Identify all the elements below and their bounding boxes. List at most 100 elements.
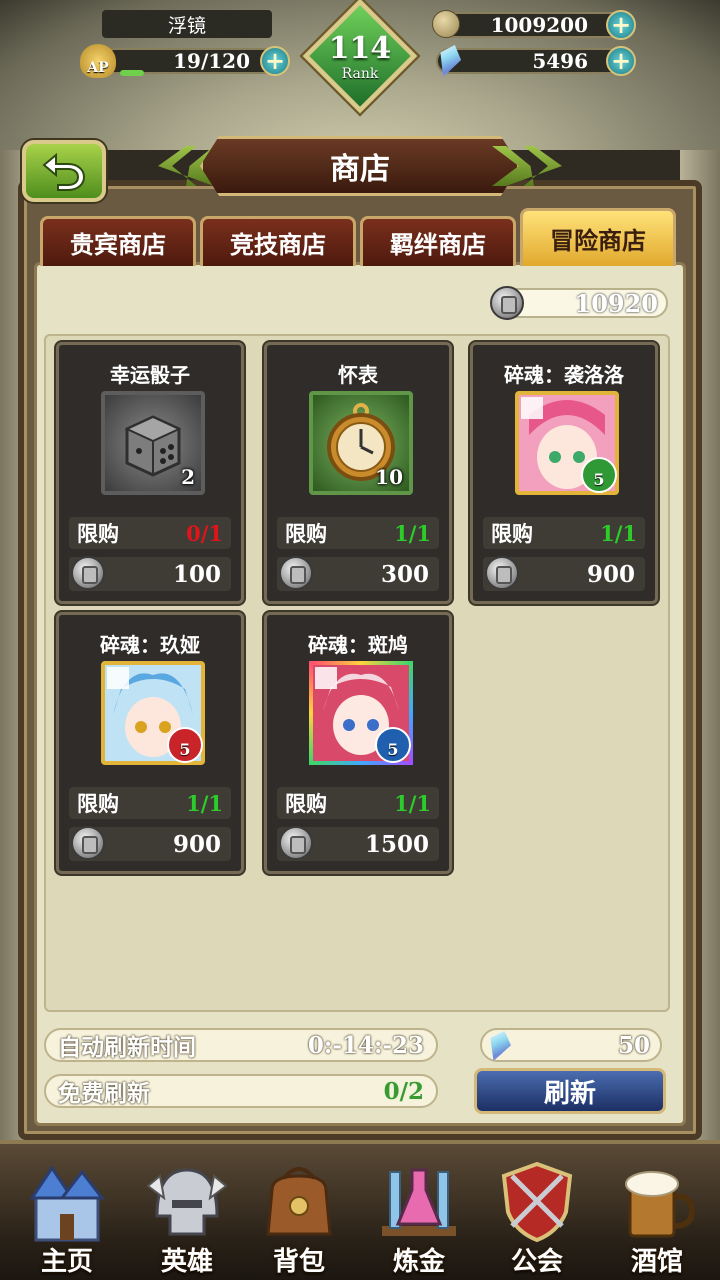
helmet-icon [146, 1168, 228, 1236]
item-name: 碎魂：袭洛洛 [504, 363, 624, 387]
price-value: 1500 [364, 830, 429, 858]
add-ap-button[interactable]: + [260, 46, 290, 76]
nav-inventory[interactable]: 背包 [244, 1150, 354, 1280]
refresh-gem-cost: 50 [480, 1028, 662, 1062]
tab-vip-shop[interactable]: 贵宾商店 [40, 216, 196, 266]
nav-tavern[interactable]: 酒馆 [602, 1150, 712, 1280]
limit-label: 限购 [285, 791, 327, 816]
nav-guild[interactable]: 公会 [482, 1150, 592, 1280]
crystal-gem-icon [483, 1027, 515, 1065]
nav-label: 背包 [272, 1247, 325, 1277]
castle-icon [29, 1165, 106, 1242]
ap-progress-fill [120, 70, 144, 76]
silver-coin-icon [490, 286, 524, 320]
nav-label: 炼金 [392, 1247, 445, 1277]
item-name: 碎魂：斑鸠 [308, 633, 408, 657]
gem-bar: 5496 [436, 48, 626, 74]
back-arrow-icon [42, 152, 86, 191]
rank-label: Rank [341, 66, 379, 82]
item-name: 幸运骰子 [110, 363, 190, 387]
free-refresh-value: 0/2 [383, 1077, 424, 1105]
price-value: 900 [172, 830, 221, 858]
item-icon-frame: 5 [309, 661, 413, 765]
silver-coin-icon [485, 556, 519, 590]
refresh-button[interactable]: 刷新 [474, 1068, 666, 1114]
nav-label: 公会 [510, 1247, 563, 1277]
price-value: 900 [586, 560, 635, 588]
shop-item-card[interactable]: 碎魂：斑鸠 5 限购 1/1 1500 [264, 612, 452, 874]
silver-coin-icon [279, 826, 313, 860]
ap-icon: AP [80, 44, 116, 78]
item-price: 900 [69, 826, 231, 861]
purchase-limit: 限购 1/1 [277, 517, 439, 549]
item-quantity: 10 [375, 465, 403, 489]
add-gold-button[interactable]: + [606, 10, 636, 40]
flask-icon [382, 1168, 456, 1236]
back-button[interactable] [22, 140, 106, 202]
price-value: 100 [172, 560, 221, 588]
nav-label: 酒馆 [630, 1247, 683, 1277]
add-gem-button[interactable]: + [606, 46, 636, 76]
gem-cost-value: 50 [617, 1031, 650, 1059]
element-badge-icon: 5 [581, 457, 617, 493]
silver-coin-icon [279, 556, 313, 590]
item-quantity: 2 [181, 465, 195, 489]
item-name: 怀表 [338, 363, 378, 387]
limit-label: 限购 [77, 521, 119, 546]
purchase-limit: 限购 1/1 [277, 787, 439, 819]
purchase-limit: 限购 1/1 [69, 787, 231, 819]
item-price: 1500 [277, 826, 439, 861]
tab-adventure-shop[interactable]: 冒险商店 [520, 208, 676, 266]
silver-coin-icon [71, 826, 105, 860]
limit-value: 1/1 [394, 520, 431, 546]
item-icon-frame: 10 [309, 391, 413, 495]
item-icon-frame: 5 [515, 391, 619, 495]
limit-value: 1/1 [394, 790, 431, 816]
auto-refresh-timer: 自动刷新时间 0:-14:-23 [44, 1028, 438, 1062]
balance-value: 10920 [574, 288, 659, 318]
free-refresh-counter: 免费刷新 0/2 [44, 1074, 438, 1108]
item-icon-frame: 2 [101, 391, 205, 495]
gem-value: 5496 [532, 49, 588, 73]
gold-bar: 1009200 [436, 12, 626, 38]
shop-item-card[interactable]: 碎魂：袭洛洛 5 限购 1/1 900 [470, 342, 658, 604]
title-bar: 商店 [130, 136, 590, 196]
purchase-limit: 限购 0/1 [69, 517, 231, 549]
limit-value: 0/1 [186, 520, 223, 546]
rank-number: 114 [328, 31, 392, 66]
element-badge-icon: 5 [375, 727, 411, 763]
nav-alchemy[interactable]: 炼金 [364, 1150, 474, 1280]
auto-refresh-time: 0:-14:-23 [307, 1031, 424, 1059]
item-price: 100 [69, 556, 231, 591]
nav-home[interactable]: 主页 [12, 1150, 122, 1280]
shop-item-card[interactable]: 怀表 10 限购 1/1 300 [264, 342, 452, 604]
element-badge-icon: 5 [167, 727, 203, 763]
shield-icon [501, 1161, 573, 1243]
limit-label: 限购 [285, 521, 327, 546]
nav-heroes[interactable]: 英雄 [132, 1150, 242, 1280]
auto-refresh-label: 自动刷新时间 [58, 1034, 196, 1061]
beer-mug-icon [625, 1171, 696, 1238]
item-name: 碎魂：玖娅 [100, 633, 200, 657]
item-price: 900 [483, 556, 645, 591]
limit-label: 限购 [491, 521, 533, 546]
bag-icon [266, 1167, 332, 1236]
item-price: 300 [277, 556, 439, 591]
nav-label: 英雄 [160, 1247, 213, 1277]
limit-value: 1/1 [186, 790, 223, 816]
silver-coin-icon [71, 556, 105, 590]
gold-coin-icon [432, 10, 460, 38]
limit-value: 1/1 [600, 520, 637, 546]
tab-arena-shop[interactable]: 竞技商店 [200, 216, 356, 266]
price-value: 300 [380, 560, 429, 588]
limit-label: 限购 [77, 791, 119, 816]
item-icon-frame: 5 [101, 661, 205, 765]
shop-item-card[interactable]: 碎魂：玖娅 5 限购 1/1 900 [56, 612, 244, 874]
purchase-limit: 限购 1/1 [483, 517, 645, 549]
player-name: 浮镜 [102, 10, 272, 38]
ap-value: 19/120 [173, 49, 250, 73]
shop-item-card[interactable]: 幸运骰子 2 限购 0/1 100 [56, 342, 244, 604]
free-refresh-label: 免费刷新 [58, 1080, 150, 1107]
tab-bond-shop[interactable]: 羁绊商店 [360, 216, 516, 266]
nav-label: 主页 [40, 1247, 93, 1277]
